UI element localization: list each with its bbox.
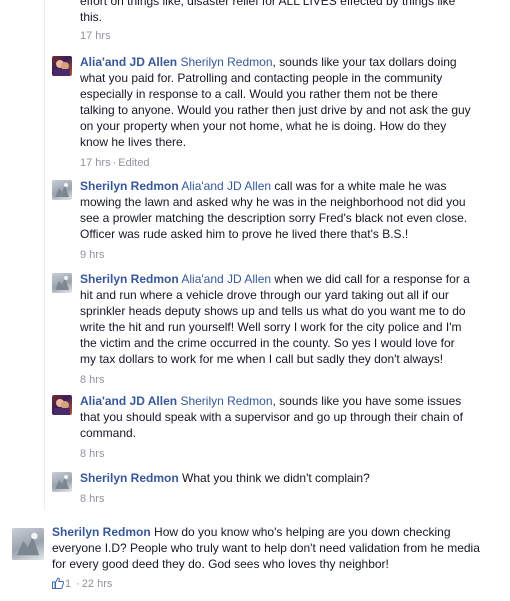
edited-link[interactable]: Edited (118, 157, 149, 169)
avatar[interactable] (12, 528, 44, 560)
comment-timestamp[interactable]: 8 hrs (80, 448, 104, 460)
comment-timestamp[interactable]: 17 hrs (80, 30, 111, 42)
avatar[interactable] (52, 56, 72, 76)
comment-timestamp[interactable]: 22 hrs (82, 578, 113, 590)
previous-comment-fragment: effort on things like, disaster relief f… (80, 0, 480, 43)
comment-text: effort on things like, disaster relief f… (80, 0, 456, 24)
top-level-comment: Sherilyn Redmon How do you know who's he… (12, 524, 482, 591)
comment-timestamp[interactable]: 8 hrs (80, 493, 104, 505)
reply-comment: Alia'and JD Allen Sherilyn Redmon, sound… (52, 393, 472, 461)
like-count[interactable]: 1 (65, 578, 71, 590)
reply-comment: Sherilyn Redmon Alia'and JD Allen when w… (52, 271, 472, 387)
reply-thread-line (44, 0, 45, 510)
thumbs-up-icon[interactable] (52, 577, 64, 589)
comment-author-link[interactable]: Sherilyn Redmon (80, 179, 179, 193)
comment-author-link[interactable]: Alia'and JD Allen (80, 394, 177, 408)
comment-author-link[interactable]: Sherilyn Redmon (80, 272, 179, 286)
avatar[interactable] (52, 395, 72, 415)
avatar[interactable] (52, 180, 72, 200)
tagged-user-link[interactable]: Sherilyn Redmon (180, 55, 272, 69)
comment-author-link[interactable]: Sherilyn Redmon (52, 525, 151, 539)
comment-text: when we did call for a response for a hi… (80, 272, 470, 366)
reply-comment: Sherilyn Redmon What you think we didn't… (52, 470, 472, 506)
avatar[interactable] (52, 273, 72, 293)
tagged-user-link[interactable]: Alia'and JD Allen (181, 272, 271, 286)
comment-timestamp[interactable]: 17 hrs (80, 157, 111, 169)
comment-author-link[interactable]: Sherilyn Redmon (80, 471, 179, 485)
tagged-user-link[interactable]: Alia'and JD Allen (181, 179, 271, 193)
comment-timestamp[interactable]: 9 hrs (80, 249, 104, 261)
comment-text: , sounds like your tax dollars doing wha… (80, 55, 471, 149)
reply-comment: Sherilyn Redmon Alia'and JD Allen call w… (52, 178, 472, 262)
reply-comment: Alia'and JD Allen Sherilyn Redmon, sound… (52, 54, 472, 170)
tagged-user-link[interactable]: Sherilyn Redmon (180, 394, 272, 408)
avatar[interactable] (52, 472, 72, 492)
comment-text: What you think we didn't complain? (182, 471, 370, 485)
comment-author-link[interactable]: Alia'and JD Allen (80, 55, 177, 69)
comment-timestamp[interactable]: 8 hrs (80, 374, 104, 386)
